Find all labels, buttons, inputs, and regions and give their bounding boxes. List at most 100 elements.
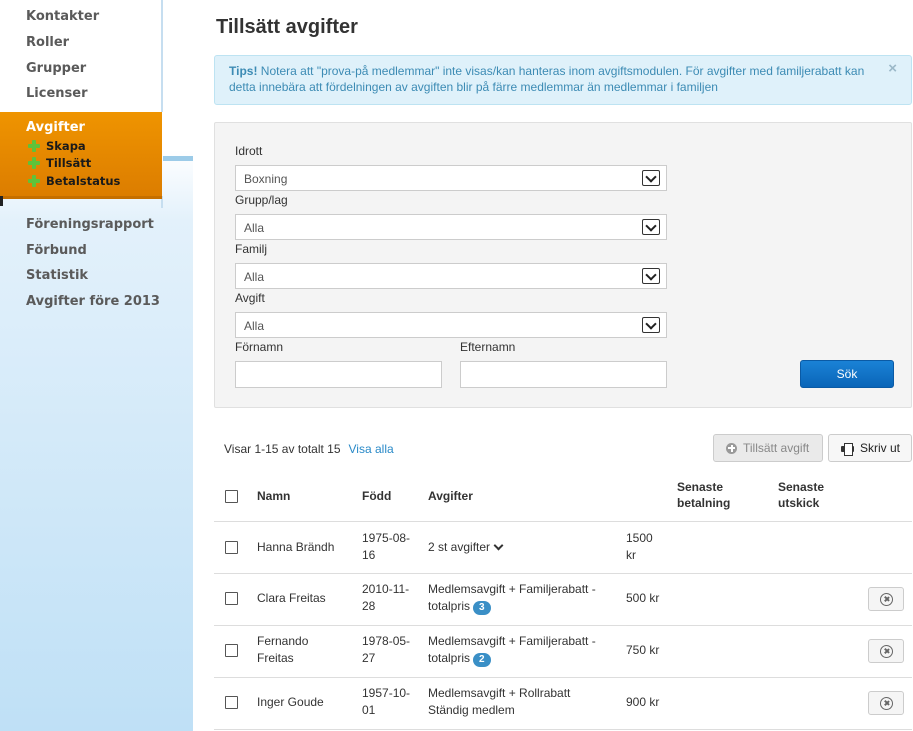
date-line: 01 [362, 703, 376, 717]
remove-circle-icon [880, 697, 893, 710]
idrott-select[interactable]: Boxning [235, 165, 667, 191]
sidebar-item-forbund[interactable]: Förbund [26, 243, 87, 258]
name-line: Inger Goude [257, 695, 324, 709]
column-header-name[interactable]: Namn [257, 488, 290, 504]
fee-amount: 500 kr [626, 591, 660, 605]
header-line: Senaste [778, 480, 825, 494]
printer-icon [841, 442, 854, 456]
sidebar-item-roller[interactable]: Roller [26, 35, 69, 50]
idrott-label: Idrott [235, 144, 263, 158]
birth-date: 1957-10- 01 [362, 685, 410, 719]
sidebar-edge [161, 0, 163, 112]
sidebar-subitem-skapa[interactable]: Skapa [28, 139, 86, 153]
sidebar: Kontakter Roller Grupper Licenser Avgift… [0, 0, 193, 731]
plus-circle-icon [726, 442, 737, 454]
fees-cell: Medlemsavgift + Rollrabatt Ständig medle… [428, 685, 570, 719]
sidebar-subitem-tillsatt[interactable]: Tillsätt [28, 156, 91, 170]
efternamn-input[interactable] [460, 361, 667, 388]
chevron-down-icon [642, 317, 660, 333]
select-value: Boxning [244, 172, 288, 186]
birth-date: 2010-11- 28 [362, 581, 409, 615]
close-icon[interactable]: × [888, 61, 897, 77]
birth-date: 1975-08- 16 [362, 530, 410, 564]
fees-cell: Medlemsavgift + Familjerabatt - totalpri… [428, 633, 596, 667]
search-button[interactable]: Sök [800, 360, 894, 388]
header-line: Senaste [677, 480, 724, 494]
page-title: Tillsätt avgifter [216, 16, 358, 38]
sidebar-marker [0, 196, 3, 206]
chevron-down-icon [642, 268, 660, 284]
sidebar-subitem-betalstatus[interactable]: Betalstatus [28, 174, 120, 188]
remove-circle-icon [880, 645, 893, 658]
fees-text: Medlemsavgift + Rollrabatt [428, 686, 571, 700]
chevron-down-icon[interactable] [493, 540, 504, 551]
assign-fee-button[interactable]: Tillsätt avgift [713, 434, 823, 462]
remove-button[interactable] [868, 691, 904, 715]
table-row[interactable]: Clara Freitas 2010-11- 28 Medlemsavgift … [214, 574, 912, 626]
row-checkbox[interactable] [225, 592, 238, 605]
remove-button[interactable] [868, 587, 904, 611]
sidebar-item-licenser[interactable]: Licenser [26, 86, 87, 101]
member-count-badge: 3 [473, 601, 491, 615]
sidebar-item-avgifter[interactable]: Avgifter Skapa Tillsätt Betalstatus [0, 112, 162, 199]
familj-label: Familj [235, 242, 267, 256]
select-all-checkbox[interactable] [225, 490, 238, 503]
date-line: 16 [362, 548, 376, 562]
row-checkbox[interactable] [225, 696, 238, 709]
plus-icon [28, 175, 40, 187]
familj-select[interactable]: Alla [235, 263, 667, 289]
header-line: betalning [677, 496, 731, 510]
assign-fee-label: Tillsätt avgift [743, 441, 810, 455]
name-line: Fernando [257, 634, 309, 648]
grupp-label: Grupp/lag [235, 193, 288, 207]
fee-amount: 900 kr [626, 695, 660, 709]
table-row[interactable]: Hanna Brändh 1975-08- 16 2 st avgifter 1… [214, 522, 912, 574]
table-row[interactable]: Fernando Freitas 1978-05- 27 Medlemsavgi… [214, 626, 912, 678]
print-button[interactable]: Skriv ut [828, 434, 912, 462]
member-count-badge: 2 [473, 653, 491, 667]
tip-label: Tips! [229, 64, 258, 78]
select-value: Alla [244, 221, 265, 235]
name-line: Hanna Brändh [257, 540, 335, 554]
table-row[interactable]: Inger Goude 1957-10- 01 Medlemsavgift + … [214, 678, 912, 730]
sidebar-item-kontakter[interactable]: Kontakter [26, 9, 99, 24]
column-header-last-send[interactable]: Senaste utskick [778, 479, 824, 511]
fornamn-input[interactable] [235, 361, 442, 388]
print-label: Skriv ut [860, 441, 901, 455]
header-line: utskick [778, 496, 820, 510]
efternamn-label: Efternamn [460, 340, 516, 354]
plus-icon [28, 140, 40, 152]
sidebar-separator [163, 156, 193, 161]
date-line: 27 [362, 651, 376, 665]
date-line: 28 [362, 599, 376, 613]
fornamn-label: Förnamn [235, 340, 284, 354]
birth-date: 1978-05- 27 [362, 633, 410, 667]
sidebar-item-statistik[interactable]: Statistik [26, 268, 88, 283]
amount-line: 1500 [626, 531, 653, 545]
fees-cell[interactable]: 2 st avgifter [428, 539, 504, 556]
remove-button[interactable] [868, 639, 904, 663]
date-line: 1957-10- [362, 686, 411, 700]
column-header-fees[interactable]: Avgifter [428, 488, 473, 504]
date-line: 1975-08- [362, 531, 411, 545]
column-header-born[interactable]: Född [362, 488, 391, 504]
sidebar-item-label[interactable]: Avgifter [26, 120, 85, 135]
sidebar-subitem-label: Betalstatus [46, 174, 121, 188]
avgift-label: Avgift [235, 291, 265, 305]
tip-alert: Tips! Notera att "prova-på medlemmar" in… [214, 55, 912, 105]
name-line: Clara Freitas [257, 591, 326, 605]
sidebar-item-avgifter-fore-2013[interactable]: Avgifter före 2013 [26, 294, 160, 309]
avgift-select[interactable]: Alla [235, 312, 667, 338]
results-summary: Visar 1-15 av totalt 15 Visa alla [224, 442, 394, 456]
fees-text: totalpris [428, 599, 471, 613]
fees-text: Medlemsavgift + Familjerabatt - [428, 582, 596, 596]
show-all-link[interactable]: Visa alla [349, 442, 394, 456]
row-checkbox[interactable] [225, 541, 238, 554]
name-line: Freitas [257, 651, 294, 665]
select-value: Alla [244, 319, 265, 333]
grupp-select[interactable]: Alla [235, 214, 667, 240]
sidebar-item-foreningsrapport[interactable]: Föreningsrapport [26, 217, 154, 232]
row-checkbox[interactable] [225, 644, 238, 657]
column-header-last-payment[interactable]: Senaste betalning [677, 479, 730, 511]
sidebar-item-grupper[interactable]: Grupper [26, 61, 86, 76]
